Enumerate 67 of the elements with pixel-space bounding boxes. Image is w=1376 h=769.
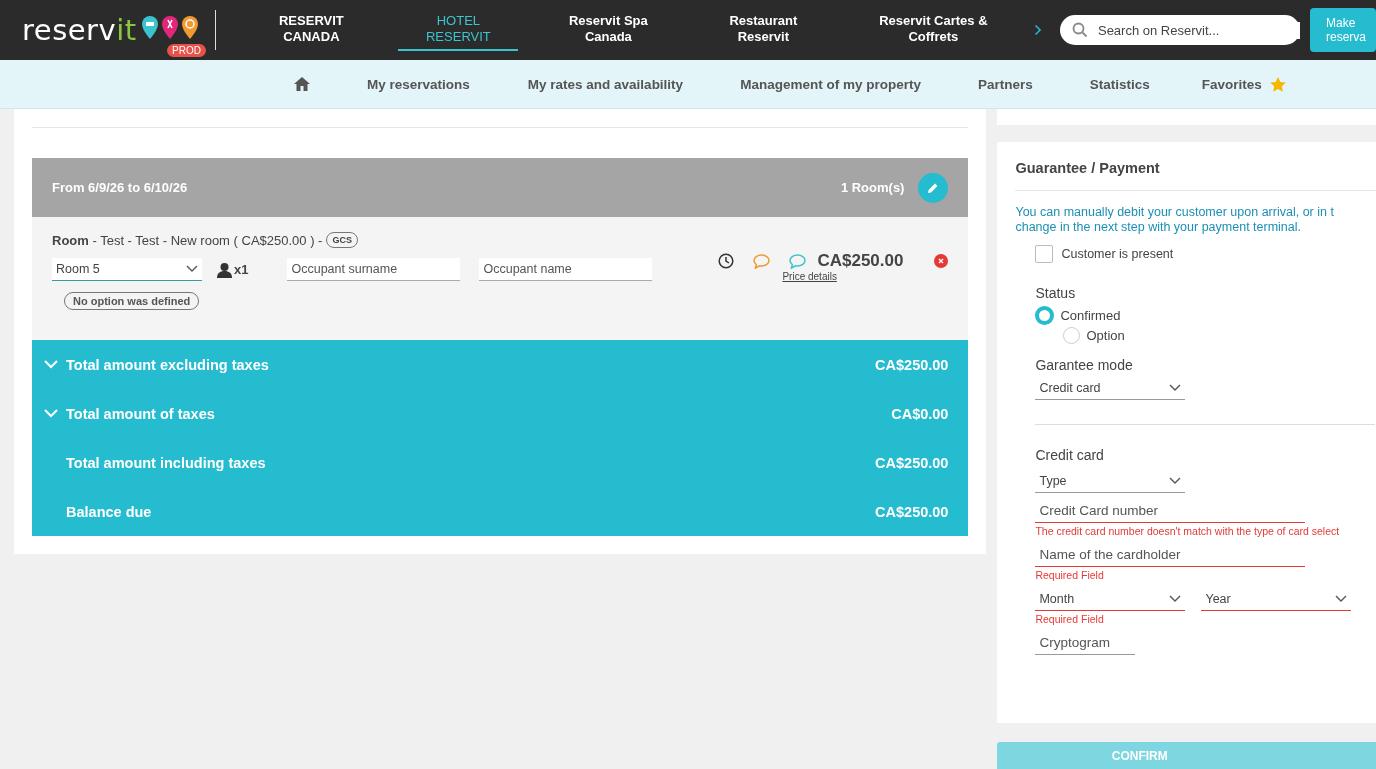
radio-label: Confirmed [1060,307,1121,323]
error-message: Required Field [1035,613,1105,625]
delete-icon[interactable] [934,254,949,268]
menu-link[interactable]: Partners [977,76,1033,92]
comment-icon[interactable] [789,253,807,269]
menu-link[interactable]: My reservations [367,76,470,92]
room-select[interactable]: Room 5 [52,258,202,281]
chevron-down-icon [1169,476,1182,485]
price-details-link[interactable]: Price details [782,271,949,282]
star-icon [1269,76,1286,92]
logo-wordmark[interactable]: reservit [22,15,137,45]
total-label: Total amount excluding taxes [66,356,269,373]
checkbox[interactable] [1035,245,1054,263]
menu-link[interactable]: Favorites [1201,76,1262,92]
guarantee-mode-select[interactable]: Credit card [1035,377,1186,400]
occupancy-count: x1 [234,262,249,277]
error-message: Required Field [1035,569,1105,581]
location-pins-icon [140,15,199,41]
radio-button[interactable] [1035,305,1055,325]
total-amount: CA$250.00 [875,454,949,471]
menu-link[interactable]: My rates and availability [527,76,684,92]
environment-badge: PROD [167,43,206,57]
nav-tab[interactable]: HOTEL RESERVIT [398,9,519,51]
field-label: Status [1035,285,1077,301]
comment-icon[interactable] [753,253,771,269]
clock-icon[interactable] [718,253,735,269]
chevron-down-icon [186,265,198,273]
radio-label: Option [1086,327,1125,343]
search-icon [1071,22,1088,38]
total-amount: CA$250.00 [875,356,949,373]
chevron-down-icon [1169,384,1182,392]
nav-tab[interactable]: RESERVIT CANADA [231,9,392,51]
edit-button[interactable] [918,172,949,203]
checkbox-label: Customer is present [1061,247,1174,261]
select-field[interactable]: Type [1035,469,1186,493]
panel-title: Guarantee / Payment [1015,160,1376,191]
search-field[interactable]: Search on Reservit... [1059,15,1300,45]
total-amount: CA$0.00 [891,405,949,422]
input-field[interactable]: Occupant surname [287,258,461,281]
field-label: Credit card [1035,447,1105,463]
nav-tab[interactable]: Restaurant Reservit [678,9,849,51]
nav-tab[interactable]: Reservit Cartes & Coffrets [848,9,1019,51]
total-label: Balance due [66,503,152,520]
chevron-down-icon [1169,594,1182,603]
person-icon [217,262,232,278]
total-label: Total amount including taxes [66,454,266,471]
room-price: CA$250.00 [817,251,904,271]
chevron-right-icon[interactable] [1034,23,1042,37]
nav-tab[interactable]: Reservit Spa Canada [538,9,679,51]
payment-info-text: You can manually debit your customer upon arrival, or in t change in the next step with your payment terminal. [1015,205,1335,235]
error-message: The credit card number doesn't match with the type of card select [1035,525,1341,537]
chevron-down-icon[interactable] [44,360,58,369]
menu-link[interactable]: Statistics [1089,76,1150,92]
pencil-icon [927,181,940,194]
total-label: Total amount of taxes [66,405,215,422]
select-field[interactable]: Year [1201,587,1352,611]
menu-link[interactable]: Management of my property [740,76,921,92]
field-label: Garantee mode [1035,357,1134,373]
chevron-down-icon [1335,594,1348,603]
home-icon[interactable] [293,76,311,92]
chevron-down-icon[interactable] [44,409,58,418]
select-field[interactable]: Month [1035,587,1186,611]
total-amount: CA$250.00 [875,503,949,520]
stay-dates: From 6/9/26 to 6/10/26 [52,180,188,195]
room-count: 1 Room(s) [840,180,905,195]
room-description: Room - Test - Test - New room ( CA$250.00 ) - [52,232,323,248]
input-field[interactable]: Occupant name [479,258,653,281]
